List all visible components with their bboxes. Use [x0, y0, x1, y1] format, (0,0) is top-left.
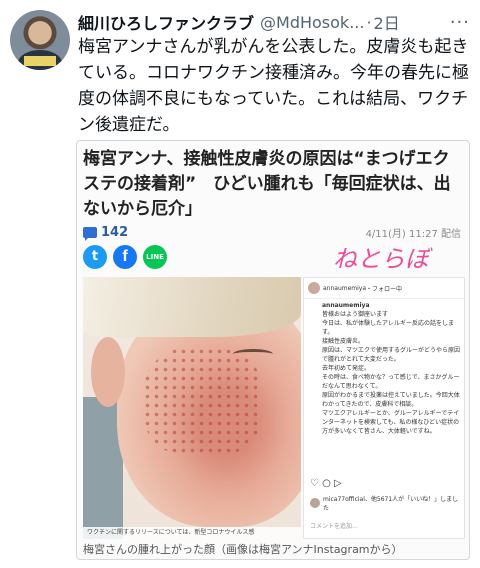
article-date: 4/11(月) 11:27 配信: [365, 229, 461, 240]
instagram-header: annaumemiya ・フォロー中: [308, 282, 402, 294]
article-title: 梅宮アンナ、接触性皮膚炎の原因は“まつげエクステの接着剤” ひどい腫れも「毎回症…: [83, 149, 451, 219]
twitter-icon[interactable]: t: [83, 245, 107, 269]
avatar-badge: [24, 56, 56, 66]
instagram-account: annaumemiya: [323, 284, 367, 292]
instagram-follow: ・フォロー中: [366, 285, 403, 293]
hair: [83, 277, 301, 337]
ear: [91, 337, 125, 407]
instagram-caption: 皆様おはよう御座います 今日は、私が体験したアレルギー反応の話をします。 接触性…: [322, 311, 461, 435]
tweet-time[interactable]: 2日: [374, 10, 400, 34]
rash-spots: [143, 347, 263, 457]
comment-count-value: 142: [101, 225, 129, 240]
instagram-actions: ♡ ○ ▷: [310, 478, 342, 489]
photo-caption: ワクチンに関するリリースについては、新型コロナウイルス感: [83, 527, 301, 539]
more-options-icon[interactable]: ···: [450, 12, 470, 33]
separator: ·: [366, 12, 372, 32]
line-icon[interactable]: LINE: [143, 245, 167, 269]
instagram-caption-user: annaumemiya: [322, 302, 370, 309]
share-buttons: t f LINE: [83, 245, 167, 269]
instagram-likes: mica77official、他5671人が「いいね！」しました: [310, 494, 464, 512]
divider: [304, 298, 464, 299]
eye: [233, 349, 273, 359]
author-avatar[interactable]: [10, 10, 70, 70]
instagram-likes-text: mica77official、他5671人が「いいね！」しました: [322, 496, 459, 512]
article-image-card[interactable]: 梅宮アンナ、接触性皮膚炎の原因は“まつげエクステの接着剤” ひどい腫れも「毎回症…: [76, 140, 470, 560]
facebook-icon[interactable]: f: [113, 245, 137, 269]
tweet-text: 梅宮アンナさんが乳がんを公表した。皮膚炎も起きている。コロナワクチン接種済み。今…: [78, 37, 469, 135]
instagram-avatar: [308, 282, 320, 294]
instagram-post: annaumemiya ・フォロー中 annaumemiya 皆様おはよう御座い…: [303, 277, 465, 539]
brand-logo: ねとらぼ: [333, 245, 429, 273]
author-name[interactable]: 細川ひろしファンクラブ: [78, 10, 254, 34]
comment-icon: [83, 227, 97, 241]
instagram-comment-input: コメントを追加...: [310, 523, 358, 530]
face-photo: [83, 277, 301, 539]
liker-avatar: [310, 498, 320, 508]
author-handle[interactable]: @MdHosok...: [260, 13, 364, 32]
image-caption: 梅宮さんの腫れ上がった顔（画像は梅宮アンナInstagramから）: [83, 543, 403, 556]
tweet-header: 細川ひろしファンクラブ @MdHosok... · 2日 ···: [78, 10, 470, 34]
comment-count: 142: [83, 225, 129, 241]
